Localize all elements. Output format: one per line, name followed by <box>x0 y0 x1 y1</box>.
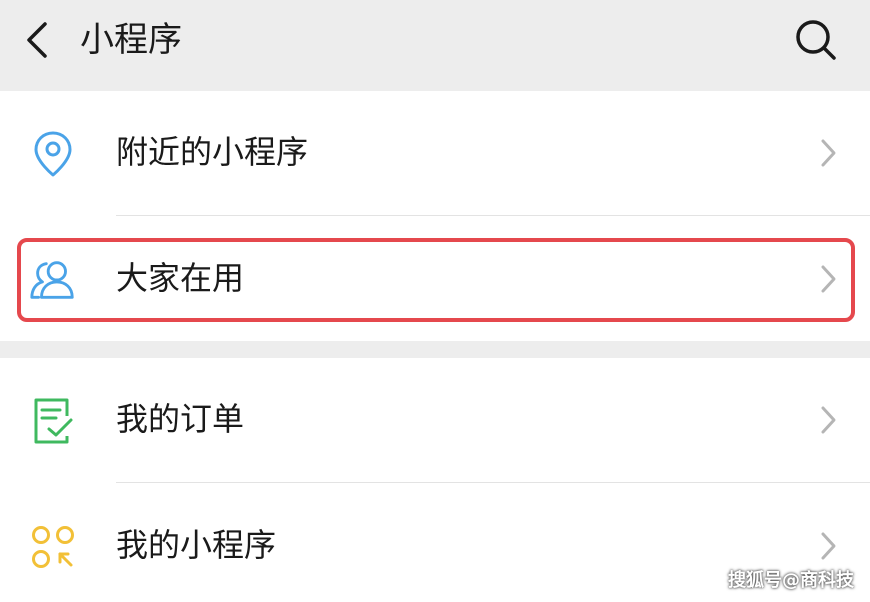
list-item-popular[interactable]: 大家在用 <box>0 217 870 341</box>
watermark-text: 搜狐号@商科技 <box>728 570 854 591</box>
location-pin-icon <box>28 129 78 179</box>
order-checklist-icon <box>28 396 78 446</box>
page-title: 小程序 <box>80 20 182 60</box>
chevron-right-icon <box>814 137 842 169</box>
list-item-label: 大家在用 <box>116 259 245 297</box>
list-item-label: 我的订单 <box>116 400 245 438</box>
list-item-label: 附近的小程序 <box>116 133 309 171</box>
mini-program-dots-icon <box>28 522 78 572</box>
list-item-nearby-mini-programs[interactable]: 附近的小程序 <box>0 91 870 215</box>
chevron-left-icon <box>27 22 47 58</box>
list-divider <box>116 215 870 216</box>
list-item-label: 我的小程序 <box>116 526 277 564</box>
chevron-right-icon <box>814 404 842 436</box>
search-button[interactable] <box>790 14 842 66</box>
list-item-my-orders[interactable]: 我的订单 <box>0 358 870 482</box>
navigation-bar: 小程序 <box>0 0 870 90</box>
users-icon <box>28 255 78 305</box>
chevron-right-icon <box>814 530 842 562</box>
list-divider <box>116 482 870 483</box>
search-icon <box>796 20 836 60</box>
back-button[interactable] <box>14 14 58 66</box>
chevron-right-icon <box>814 263 842 295</box>
list-group-discover: 附近的小程序 大家在用 <box>0 91 870 341</box>
